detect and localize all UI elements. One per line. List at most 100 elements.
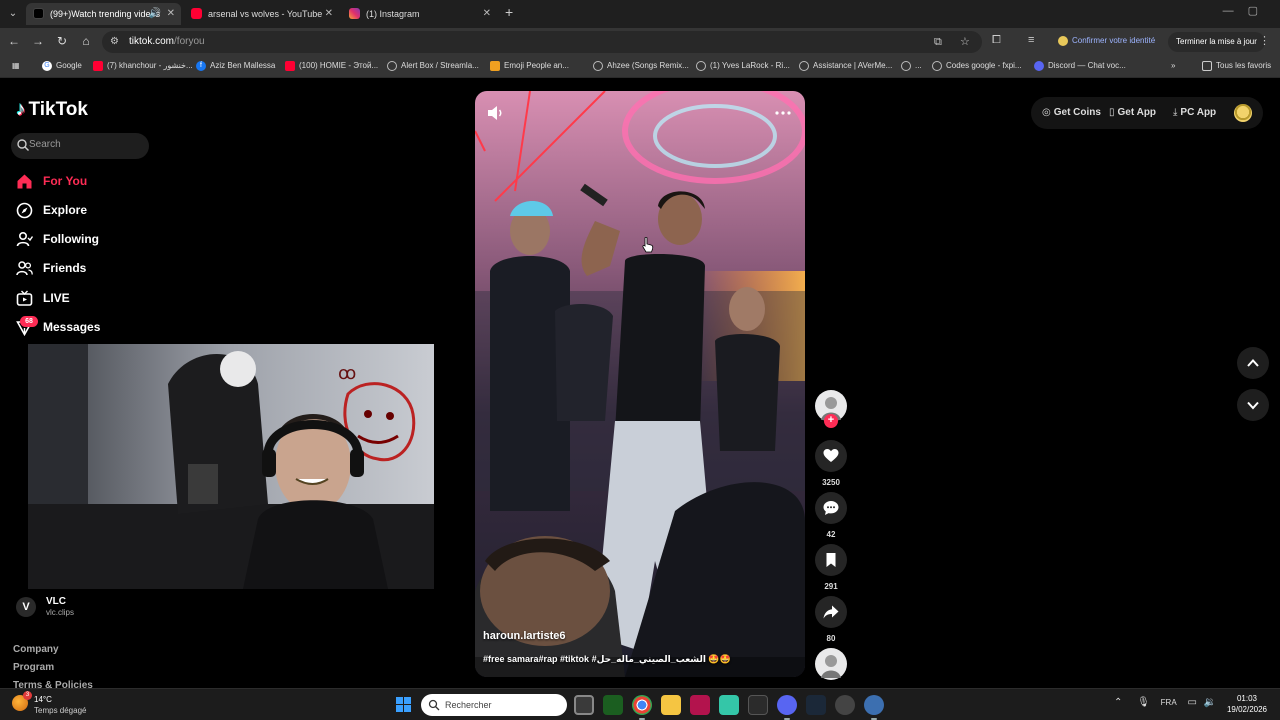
- next-video-button[interactable]: [1237, 389, 1269, 421]
- finish-update-button[interactable]: Terminer la mise à jour: [1168, 32, 1265, 52]
- bookmark-google[interactable]: G Google: [42, 61, 82, 71]
- bookmark-emoji[interactable]: Emoji People an...: [490, 61, 569, 71]
- reload-icon[interactable]: ↻: [54, 34, 70, 48]
- bookmark-yves-larock[interactable]: (1) Yves LaRock - Ri...: [696, 61, 790, 71]
- compass-icon: [16, 202, 33, 219]
- video-author[interactable]: haroun.lartiste6: [483, 630, 566, 642]
- save-button[interactable]: 291: [815, 544, 847, 591]
- extensions-puzzle-icon[interactable]: ⧠: [992, 34, 1001, 47]
- bookmarks-overflow-icon[interactable]: »: [1171, 61, 1175, 70]
- browser-tab-bar: ⌄ (99+)Watch trending videos 🔊 ✕ arsenal…: [0, 0, 1280, 28]
- footer-terms-link[interactable]: Terms & Policies: [13, 680, 93, 688]
- tab-title: arsenal vs wolves - YouTube: [208, 9, 323, 19]
- close-tab-icon[interactable]: ✕: [325, 3, 333, 25]
- like-button[interactable]: 3250: [815, 440, 847, 487]
- bookmark-avermedia[interactable]: Assistance | AVerMe...: [799, 61, 892, 71]
- instagram-favicon-icon: [349, 8, 360, 19]
- adobe-app-icon[interactable]: [690, 695, 710, 715]
- file-explorer-icon[interactable]: [661, 695, 681, 715]
- app-green-icon[interactable]: [603, 695, 623, 715]
- media-control-icon[interactable]: ≡: [1028, 34, 1034, 46]
- close-tab-icon[interactable]: ✕: [167, 3, 175, 25]
- tab-title: (99+)Watch trending videos: [50, 9, 160, 19]
- tab-youtube[interactable]: arsenal vs wolves - YouTube ✕: [184, 3, 339, 25]
- teal-app-icon[interactable]: [719, 695, 739, 715]
- steam-icon[interactable]: [806, 695, 826, 715]
- bookmark-star-icon[interactable]: ☆: [960, 35, 970, 48]
- network-icon[interactable]: ▭: [1187, 697, 1196, 708]
- tray-overflow-chevron-icon[interactable]: ⌃: [1114, 697, 1122, 708]
- share-button[interactable]: 80: [815, 596, 847, 643]
- tab-instagram[interactable]: (1) Instagram ✕: [342, 3, 497, 25]
- comment-button[interactable]: 42: [815, 492, 847, 539]
- browser-menu-icon[interactable]: ⋮: [1259, 34, 1270, 47]
- obs-icon[interactable]: [835, 695, 855, 715]
- messages-badge: 68: [20, 316, 38, 327]
- url-text[interactable]: tiktok.com/foryou: [129, 36, 205, 47]
- profile-avatar-icon: [1058, 36, 1068, 46]
- taskbar-search-input[interactable]: Rechercher: [421, 694, 567, 716]
- back-arrow-icon[interactable]: ←: [6, 34, 22, 48]
- site-info-icon[interactable]: ⚙: [110, 36, 119, 47]
- bookmark-youtube-homie[interactable]: (100) HOMIE - Этой...: [285, 61, 378, 71]
- bookmark-streamlabs[interactable]: Alert Box / Streamla...: [387, 61, 479, 71]
- google-icon: G: [42, 61, 52, 71]
- bookmark-ahzee[interactable]: Ahzee (Songs Remix...: [593, 61, 689, 71]
- footer-company-link[interactable]: Company: [13, 644, 59, 655]
- bookmark-facebook[interactable]: f Aziz Ben Mallessa: [196, 61, 275, 71]
- home-icon[interactable]: ⌂: [78, 34, 94, 48]
- footer-program-link[interactable]: Program: [13, 662, 54, 673]
- save-count: 291: [824, 582, 838, 591]
- install-app-icon[interactable]: ⧉: [934, 36, 942, 49]
- bookmark-codes-google[interactable]: Codes google - fxpi...: [932, 61, 1022, 71]
- confirm-identity-button[interactable]: Confirmer votre identité: [1058, 36, 1155, 46]
- get-app-button[interactable]: ▯ Get App: [1109, 107, 1156, 118]
- more-options-icon[interactable]: [775, 110, 791, 116]
- discord-icon[interactable]: [777, 695, 797, 720]
- bookmark-discord[interactable]: Discord — Chat voc...: [1034, 61, 1126, 71]
- language-indicator[interactable]: FRA: [1161, 698, 1177, 707]
- get-coins-button[interactable]: ◎ Get Coins: [1042, 107, 1101, 118]
- speaker-icon[interactable]: 🔊: [149, 3, 161, 25]
- tiktok-logo[interactable]: ♪ TikTok: [16, 99, 88, 121]
- new-tab-button[interactable]: +: [505, 4, 513, 20]
- tab-search-chevron-icon[interactable]: ⌄: [4, 5, 22, 23]
- forward-arrow-icon[interactable]: →: [30, 34, 46, 48]
- emoji-icon: [490, 61, 500, 71]
- bookmark-unnamed[interactable]: ...: [901, 61, 922, 71]
- following-icon: [16, 231, 33, 247]
- user-avatar[interactable]: [1234, 104, 1252, 122]
- settings-gear-icon[interactable]: [864, 695, 884, 720]
- close-tab-icon[interactable]: ✕: [483, 3, 491, 25]
- task-view-icon[interactable]: [574, 695, 594, 715]
- microphone-icon[interactable]: 🎙: [1137, 697, 1150, 708]
- windows-taskbar: 3 14°C Temps dégagé Rechercher ⌃ 🎙 FRA ▭…: [0, 688, 1280, 720]
- system-clock[interactable]: 01:03 19/02/2026: [1226, 694, 1268, 714]
- globe-icon: [901, 61, 911, 71]
- bookmark-youtube-khanchour[interactable]: (7) khanchour - خنشور...: [93, 61, 193, 71]
- apps-grid-icon[interactable]: ▦: [12, 61, 20, 70]
- search-input[interactable]: Search: [11, 133, 149, 159]
- video-player[interactable]: haroun.lartiste6 #free samara#rap #tikto…: [475, 91, 805, 677]
- tiktok-note-icon: ♪: [16, 99, 26, 120]
- volume-icon[interactable]: [487, 105, 505, 121]
- tab-tiktok[interactable]: (99+)Watch trending videos 🔊 ✕: [26, 3, 181, 25]
- volume-icon[interactable]: 🔉: [1204, 697, 1216, 708]
- window-controls[interactable]: —▢: [1223, 4, 1272, 17]
- creator-avatar-button[interactable]: +: [815, 390, 847, 428]
- globe-icon: [593, 61, 603, 71]
- address-bar[interactable]: ⚙ tiktok.com/foryou ⧉ ☆: [102, 31, 982, 53]
- pc-app-button[interactable]: ⤓ PC App: [1173, 107, 1216, 118]
- windows-start-icon[interactable]: [396, 697, 412, 713]
- search-icon: [428, 699, 440, 711]
- all-bookmarks-folder[interactable]: Tous les favoris: [1202, 61, 1271, 71]
- sound-disc-button[interactable]: [815, 648, 847, 680]
- youtube-favicon-icon: [191, 8, 202, 19]
- comment-icon-circle: [815, 492, 847, 524]
- share-arrow-icon: [823, 605, 839, 619]
- chrome-icon[interactable]: [632, 695, 652, 720]
- previous-video-button[interactable]: [1237, 347, 1269, 379]
- sound-avatar-image: [821, 655, 841, 678]
- capture-app-icon[interactable]: [748, 695, 768, 715]
- follow-plus-icon[interactable]: +: [824, 414, 838, 428]
